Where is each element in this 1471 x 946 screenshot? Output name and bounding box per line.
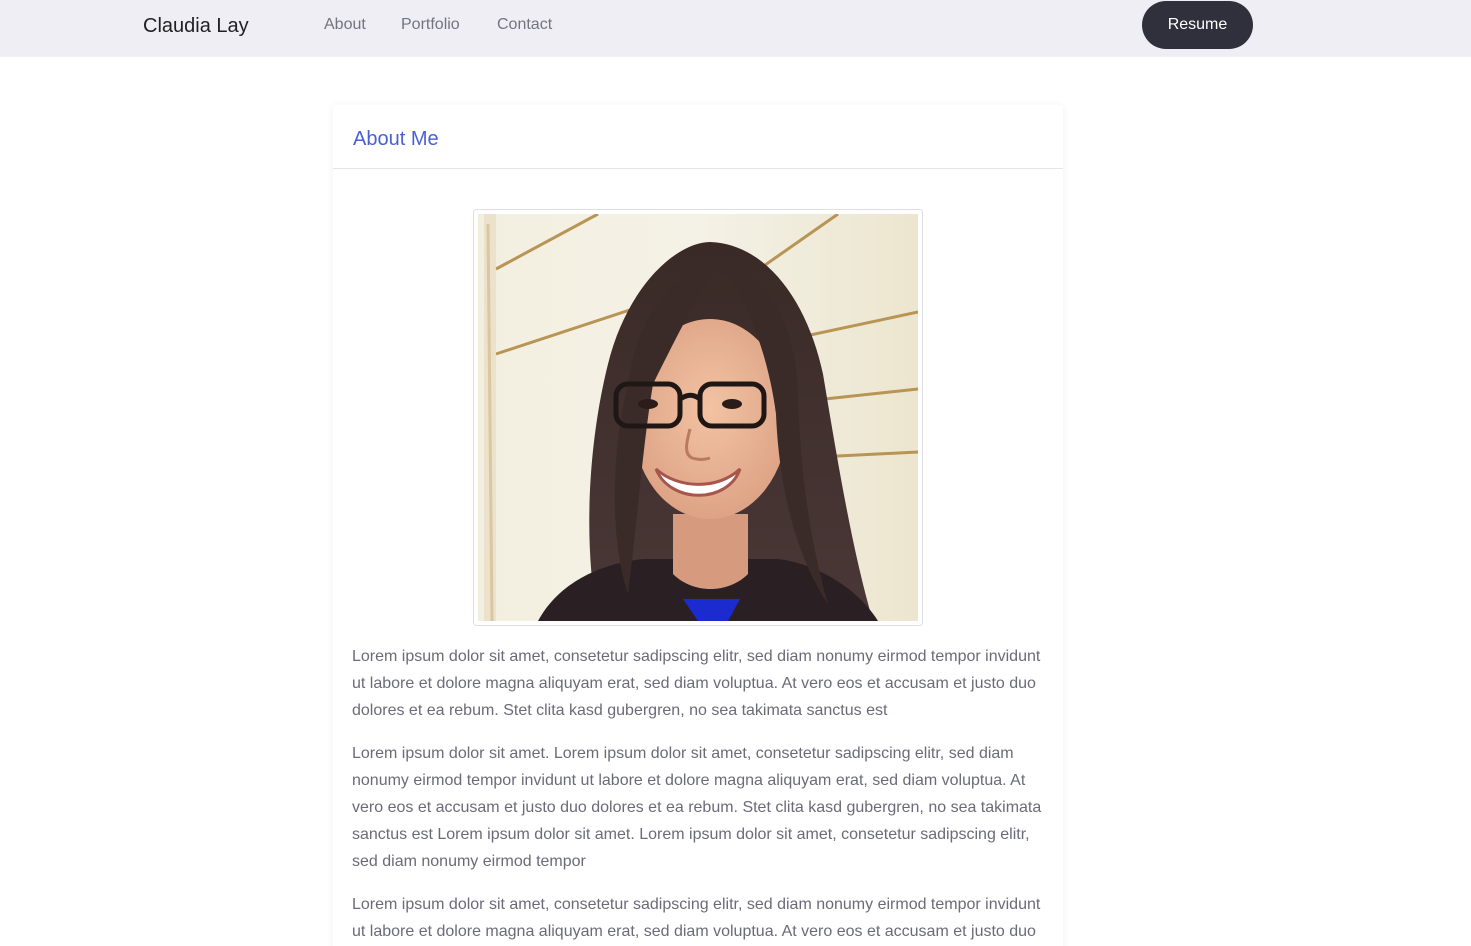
top-navbar: Claudia Lay About Portfolio Contact Resu… — [0, 0, 1471, 57]
about-title: About Me — [353, 128, 439, 150]
about-text: Lorem ipsum dolor sit amet, consetetur s… — [352, 643, 1044, 946]
profile-photo-frame — [473, 209, 923, 626]
about-paragraph: Lorem ipsum dolor sit amet, consetetur s… — [352, 648, 1041, 719]
brand-link[interactable]: Claudia Lay — [143, 13, 249, 39]
profile-photo — [478, 214, 918, 621]
about-paragraph: Lorem ipsum dolor sit amet, consetetur s… — [352, 896, 1041, 940]
resume-button[interactable]: Resume — [1142, 1, 1253, 49]
nav-link-about[interactable]: About — [324, 15, 366, 35]
about-card: About Me Lorem ipsum dolor sit amet, con… — [333, 105, 1063, 946]
about-paragraph: Lorem ipsum dolor sit amet. Lorem ipsum … — [352, 745, 1042, 870]
card-header: About Me — [333, 105, 1063, 169]
nav-link-portfolio[interactable]: Portfolio — [401, 15, 460, 35]
nav-link-contact[interactable]: Contact — [497, 15, 552, 35]
